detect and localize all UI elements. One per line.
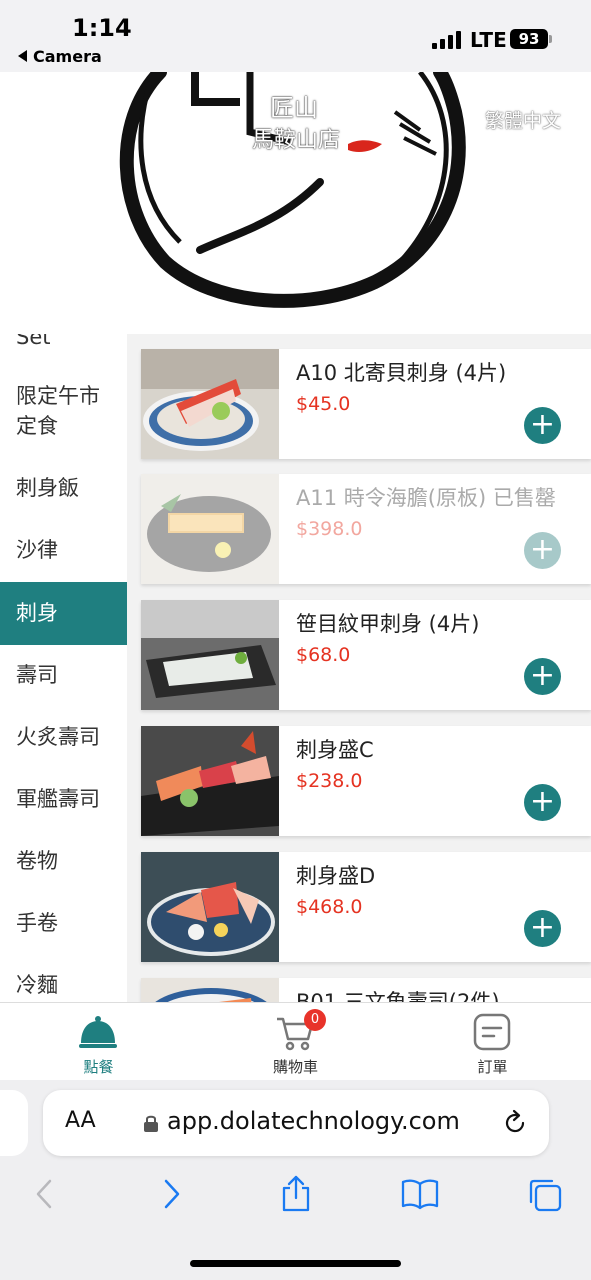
product-image (141, 852, 279, 962)
tabs-icon[interactable] (527, 1177, 563, 1213)
receipt-icon (473, 1013, 511, 1051)
reader-settings-button[interactable]: AA (65, 1108, 96, 1133)
add-to-cart-button[interactable]: + (524, 910, 561, 947)
product-name: B01 三文魚壽司(2件) (296, 990, 500, 1002)
logo-branch-name: 馬鞍山店 (252, 128, 341, 153)
add-to-cart-button[interactable]: + (524, 532, 561, 569)
forward-icon[interactable] (160, 1178, 184, 1210)
product-price: $68.0 (296, 644, 351, 666)
product-image (141, 349, 279, 459)
product-image (141, 600, 279, 710)
back-triangle-icon (18, 50, 27, 62)
product-image (141, 726, 279, 836)
tab-order[interactable]: 點餐 (0, 1003, 197, 1081)
sidebar-item-set[interactable]: Set (0, 334, 127, 353)
logo-brand-name: 匠山 (270, 94, 318, 122)
product-price: $45.0 (296, 393, 351, 415)
tab-order-label: 點餐 (83, 1058, 114, 1076)
sidebar-item-gunkan-sushi[interactable]: 軍艦壽司 (0, 784, 127, 815)
product-name: 笹目紋甲刺身 (4片) (296, 612, 480, 636)
add-to-cart-button[interactable]: + (524, 784, 561, 821)
cart-count-badge: 0 (304, 1009, 326, 1031)
sidebar-item-sashimi[interactable]: 刺身 (0, 582, 127, 645)
plus-icon: + (529, 532, 556, 567)
back-app-label: Camera (33, 47, 102, 66)
cloche-icon (79, 1016, 117, 1048)
url-text: app.dolatechnology.com (167, 1107, 460, 1135)
product-name: A10 北寄貝刺身 (4片) (296, 361, 507, 385)
sidebar-item-salad[interactable]: 沙律 (0, 535, 127, 566)
plus-icon: + (529, 407, 556, 442)
tab-cart-label: 購物車 (272, 1058, 318, 1076)
sidebar-item-rolls[interactable]: 卷物 (0, 846, 127, 877)
bookmarks-icon[interactable] (400, 1178, 440, 1210)
plus-icon: + (529, 910, 556, 945)
tab-orders[interactable]: 訂單 (394, 1003, 591, 1081)
product-name: A11 時令海膽(原板) 已售罄 (296, 486, 556, 510)
share-icon[interactable] (280, 1174, 312, 1212)
aa-label: AA (65, 1108, 96, 1133)
plus-icon: + (529, 658, 556, 693)
sidebar-item-lunch-set[interactable]: 限定午市 定食 (0, 381, 127, 441)
plus-icon: + (529, 784, 556, 819)
tab-orders-label: 訂單 (477, 1058, 508, 1076)
product-price: $238.0 (296, 770, 363, 792)
sidebar-item-cold-noodles[interactable]: 冷麵 (0, 970, 127, 1001)
sidebar-item-hand-rolls[interactable]: 手卷 (0, 908, 127, 939)
back-icon[interactable] (32, 1178, 56, 1210)
product-list: A10 北寄貝刺身 (4片) $45.0 + A11 時令海膽(原板) 已售罄 … (127, 334, 591, 1002)
product-price: $398.0 (296, 518, 363, 540)
product-card[interactable]: A10 北寄貝刺身 (4片) $45.0 + (141, 349, 591, 459)
sidebar-item-aburi-sushi[interactable]: 火炙壽司 (0, 722, 127, 753)
product-name: 刺身盛C (296, 738, 374, 762)
add-to-cart-button[interactable]: + (524, 658, 561, 695)
product-image (141, 978, 279, 1002)
home-indicator (190, 1260, 401, 1267)
battery-tip (549, 35, 552, 43)
back-to-app-link[interactable]: Camera (18, 47, 102, 66)
sidebar-item-sushi[interactable]: 壽司 (0, 660, 127, 691)
product-price: $468.0 (296, 896, 363, 918)
product-card[interactable]: B01 三文魚壽司(2件) (141, 978, 591, 1002)
signal-icon (432, 31, 462, 49)
add-to-cart-button[interactable]: + (524, 407, 561, 444)
status-time: 1:14 (72, 14, 132, 42)
product-card[interactable]: 刺身盛D $468.0 + (141, 852, 591, 962)
browser-toolbar: AA app.dolatechnology.com (0, 1080, 591, 1280)
sidebar-item-sashimi-rice[interactable]: 刺身飯 (0, 473, 127, 504)
previous-tab-pill[interactable] (0, 1090, 28, 1156)
lock-icon (144, 1115, 158, 1132)
product-image (141, 474, 279, 584)
tab-cart[interactable]: 0 購物車 (197, 1003, 394, 1081)
product-card[interactable]: 刺身盛C $238.0 + (141, 726, 591, 836)
language-switch[interactable]: 繁體中文 (485, 106, 561, 133)
network-type: LTE (470, 28, 507, 52)
reload-icon[interactable] (501, 1109, 529, 1137)
category-sidebar: Set 限定午市 定食 刺身飯 沙律 刺身 壽司 火炙壽司 軍艦壽司 卷物 手卷… (0, 334, 127, 1002)
product-card[interactable]: A11 時令海膽(原板) 已售罄 $398.0 + (141, 474, 591, 584)
bottom-nav: 點餐 0 購物車 訂單 (0, 1002, 591, 1080)
address-bar[interactable]: AA app.dolatechnology.com (43, 1090, 549, 1156)
battery-icon: 93 (510, 29, 548, 49)
product-card[interactable]: 笹目紋甲刺身 (4片) $68.0 + (141, 600, 591, 710)
store-banner: 匠山 馬鞍山店 繁體中文 (0, 72, 591, 334)
product-name: 刺身盛D (296, 864, 376, 888)
status-bar: 1:14 Camera LTE 93 (0, 0, 591, 72)
